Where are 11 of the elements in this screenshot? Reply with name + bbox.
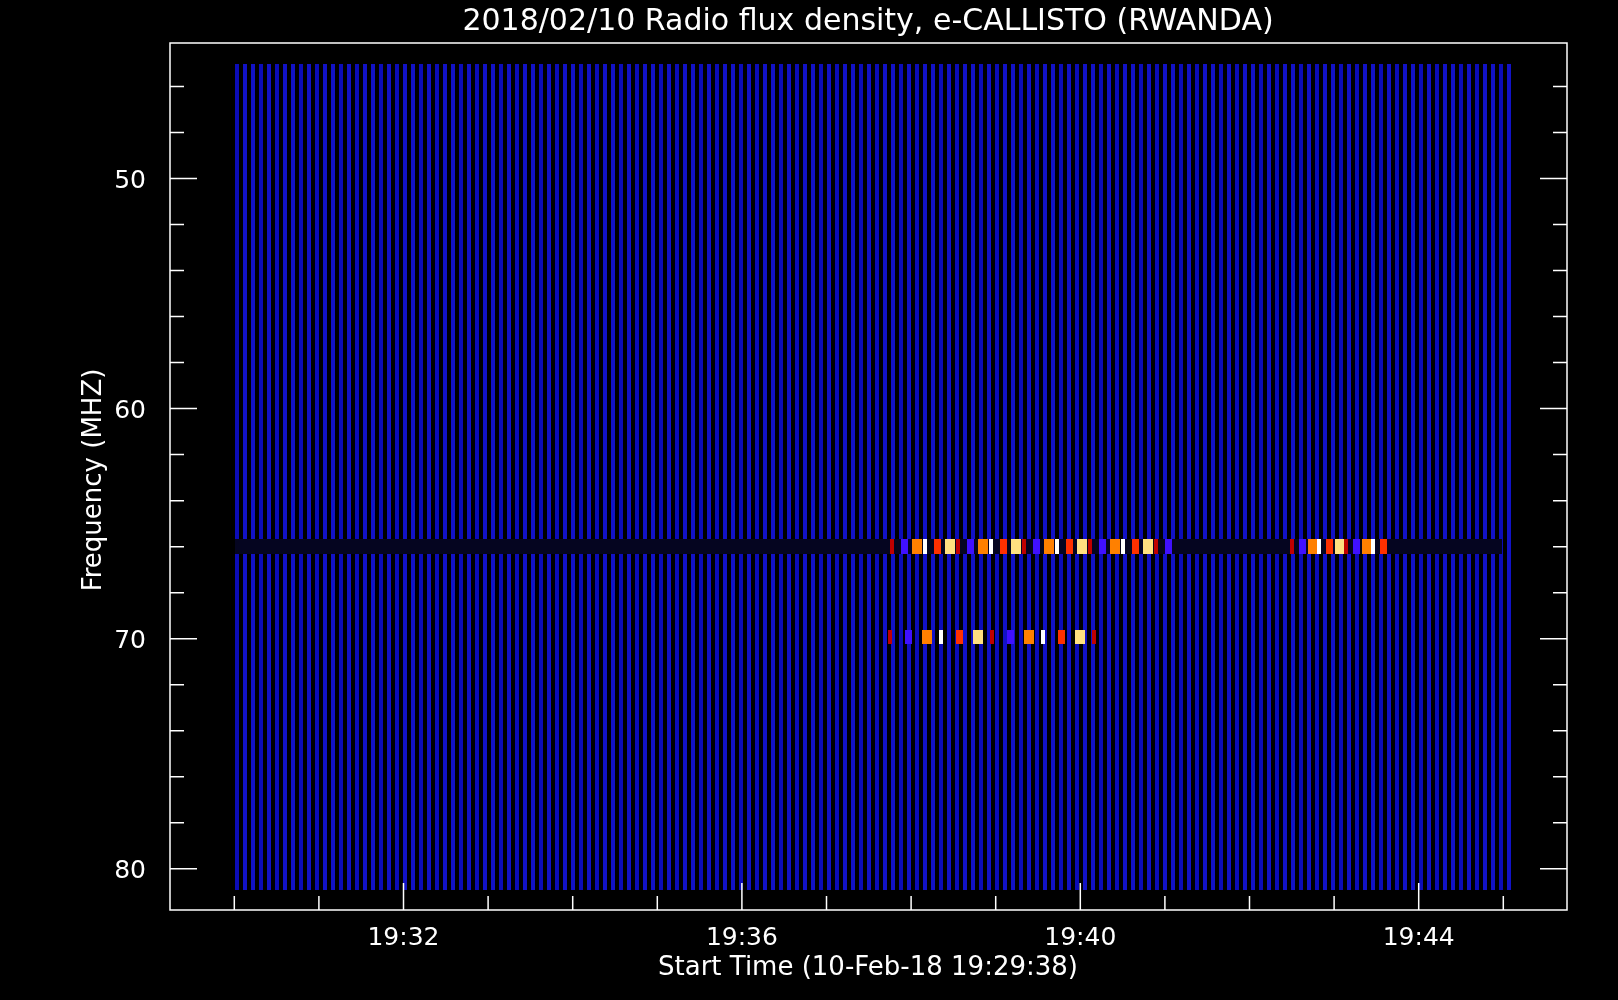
y-tick-label: 60 — [114, 394, 146, 424]
y-axis-label: Frequency (MHZ) — [77, 368, 107, 592]
x-tick-label: 19:32 — [367, 922, 440, 951]
x-tick-label: 19:36 — [705, 922, 778, 951]
x-tick-label: 19:44 — [1382, 922, 1455, 951]
y-tick-label: 80 — [114, 854, 146, 884]
chart-title: 2018/02/10 Radio flux density, e-CALLISTO (RWANDA) — [462, 2, 1274, 37]
y-tick-label: 70 — [114, 624, 146, 654]
x-axis-label: Start Time (10-Feb-18 19:29:38) — [658, 951, 1078, 981]
x-tick-label: 19:40 — [1044, 922, 1117, 951]
y-tick-label: 50 — [114, 164, 146, 194]
